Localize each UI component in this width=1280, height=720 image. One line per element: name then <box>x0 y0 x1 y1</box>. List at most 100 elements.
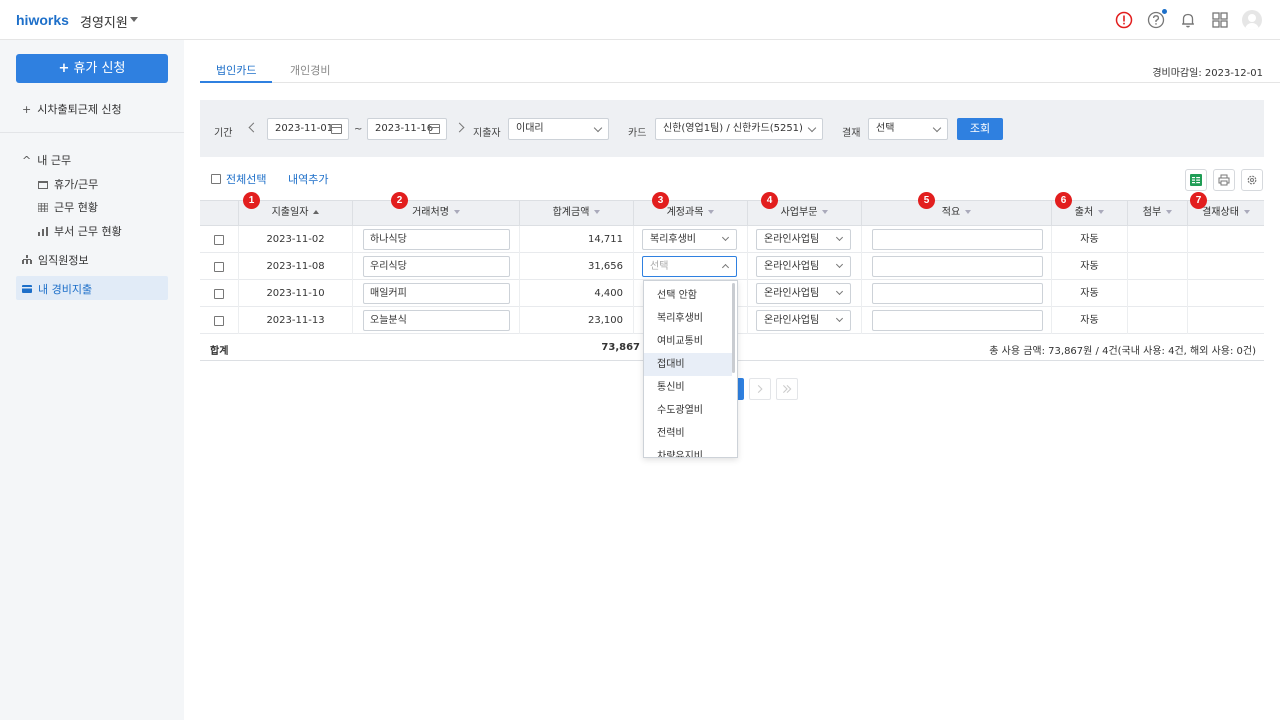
memo-input[interactable] <box>872 229 1043 250</box>
annotation-marker-5: 5 <box>918 192 935 209</box>
dropdown-option[interactable]: 차량유지비 <box>644 445 732 457</box>
dropdown-option[interactable]: 통신비 <box>644 376 732 399</box>
sidebar-item-employee-info[interactable]: 임직원정보 <box>22 252 89 268</box>
vendor-input[interactable]: 매일커피 <box>363 283 510 304</box>
end-date-input[interactable]: 2023-11-16 <box>367 118 447 140</box>
dropdown-option-highlighted[interactable]: 접대비 <box>644 353 732 376</box>
row-approval-status <box>1187 253 1264 280</box>
vendor-input[interactable]: 하나식당 <box>363 229 510 250</box>
grid-calendar-icon <box>37 202 49 213</box>
sidebar-section-my-work[interactable]: ^ 내 근무 <box>22 152 71 168</box>
row-attachment <box>1127 280 1187 307</box>
annotation-marker-2: 2 <box>391 192 408 209</box>
sidebar-item-dept-status[interactable]: 부서 근무 현황 <box>38 223 122 239</box>
print-button[interactable] <box>1213 169 1235 191</box>
header-attachment[interactable]: 첨부 <box>1127 201 1187 225</box>
row-source: 자동 <box>1051 280 1127 307</box>
row-amount: 14,711 <box>519 226 633 253</box>
sort-icon <box>822 210 829 214</box>
dropdown-option[interactable]: 수도광열비 <box>644 399 732 422</box>
row-checkbox[interactable] <box>214 316 224 326</box>
hiworks-logo[interactable]: hiworks <box>16 12 69 28</box>
excel-export-button[interactable] <box>1185 169 1207 191</box>
approval-select[interactable]: 선택 <box>868 118 948 140</box>
row-attachment <box>1127 307 1187 334</box>
caret-down-icon[interactable] <box>130 17 138 22</box>
table-header: 지출일자 거래처명 합계금액 계정과목 사업부문 적요 출처 첨부 결재상태 <box>200 200 1264 226</box>
row-checkbox[interactable] <box>214 235 224 245</box>
memo-input[interactable] <box>872 256 1043 277</box>
calendar-icon[interactable] <box>331 124 342 134</box>
dropdown-option[interactable]: 전력비 <box>644 422 732 445</box>
gear-icon <box>1247 175 1257 185</box>
memo-input[interactable] <box>872 283 1043 304</box>
search-button[interactable]: 조회 <box>957 118 1003 140</box>
row-approval-status <box>1187 307 1264 334</box>
division-select[interactable]: 온라인사업팀 <box>756 229 851 250</box>
bell-icon[interactable] <box>1179 11 1197 29</box>
tab-personal-expense[interactable]: 개인경비 <box>290 62 330 78</box>
next-page-button[interactable] <box>749 378 771 400</box>
apps-grid-icon[interactable] <box>1211 11 1229 29</box>
row-date: 2023-11-10 <box>238 280 352 307</box>
tab-divider <box>200 82 1280 83</box>
row-amount: 23,100 <box>519 307 633 334</box>
header-account[interactable]: 계정과목 <box>633 201 747 225</box>
row-amount: 4,400 <box>519 280 633 307</box>
memo-input[interactable] <box>872 310 1043 331</box>
last-page-button[interactable] <box>776 378 798 400</box>
division-select[interactable]: 온라인사업팀 <box>756 256 851 277</box>
settings-button[interactable] <box>1241 169 1263 191</box>
header-vendor[interactable]: 거래처명 <box>352 201 519 225</box>
sort-icon <box>965 210 972 214</box>
chevron-down-icon <box>721 233 730 242</box>
vendor-input[interactable]: 오늘분식 <box>363 310 510 331</box>
card-select[interactable]: 신한(영업1팀) / 신한카드(5251) <box>655 118 823 140</box>
account-select[interactable]: 선택 <box>642 256 737 277</box>
spender-select[interactable]: 이대리 <box>508 118 609 140</box>
sidebar-item-my-expense-label[interactable]: 내 경비지출 <box>22 281 92 297</box>
division-select[interactable]: 온라인사업팀 <box>756 310 851 331</box>
sidebar-item-vacation[interactable]: 휴가/근무 <box>38 176 98 192</box>
org-chart-icon <box>22 254 32 267</box>
dropdown-option[interactable]: 여비교통비 <box>644 330 732 353</box>
header-amount[interactable]: 합계금액 <box>519 201 633 225</box>
sidebar-item-work-status[interactable]: 근무 현황 <box>37 199 98 215</box>
division-select[interactable]: 온라인사업팀 <box>756 283 851 304</box>
total-summary: 총 사용 금액: 73,867원 / 4건(국내 사용: 4건, 해외 사용: … <box>989 346 1256 357</box>
header-memo[interactable]: 적요 <box>861 201 1051 225</box>
vendor-input[interactable]: 우리식당 <box>363 256 510 277</box>
tab-corporate-card[interactable]: 법인카드 <box>216 62 256 78</box>
table-row: 2023-11-02 하나식당 14,711 복리후생비 온라인사업팀 자동 <box>200 226 1264 253</box>
select-all-checkbox[interactable]: 전체선택 <box>211 171 266 187</box>
row-checkbox[interactable] <box>214 289 224 299</box>
add-item-link[interactable]: 내역추가 <box>288 171 328 187</box>
row-attachment <box>1127 226 1187 253</box>
card-icon <box>22 283 38 296</box>
sidebar-divider <box>0 132 184 133</box>
alert-icon[interactable] <box>1115 11 1133 29</box>
row-date: 2023-11-13 <box>238 307 352 334</box>
sort-icon <box>708 210 715 214</box>
date-range-tilde: ~ <box>354 124 363 135</box>
start-date-input[interactable]: 2023-11-01 <box>267 118 349 140</box>
vacation-request-button[interactable]: + 휴가 신청 <box>16 54 168 83</box>
account-dropdown-menu: 선택 안함 복리후생비 여비교통비 접대비 통신비 수도광열비 전력비 차량유지… <box>643 280 738 458</box>
row-checkbox[interactable] <box>214 262 224 272</box>
chevron-down-icon <box>835 287 844 296</box>
dropdown-option[interactable]: 복리후생비 <box>644 307 732 330</box>
tab-active-indicator <box>200 81 272 83</box>
calendar-icon[interactable] <box>429 124 440 134</box>
annotation-marker-7: 7 <box>1190 192 1207 209</box>
sort-icon <box>594 210 601 214</box>
flex-time-request-link[interactable]: + 시차출퇴근제 신청 <box>22 101 122 117</box>
account-select[interactable]: 복리후생비 <box>642 229 737 250</box>
row-approval-status <box>1187 226 1264 253</box>
app-switcher-label[interactable]: 경영지원 <box>80 12 128 31</box>
chevron-down-icon <box>835 260 844 269</box>
bar-chart-icon <box>38 226 48 236</box>
dropdown-option[interactable]: 선택 안함 <box>644 284 732 307</box>
dropdown-scrollbar[interactable] <box>732 283 735 373</box>
expense-deadline: 경비마감일: 2023-12-01 <box>1152 68 1263 79</box>
avatar[interactable] <box>1242 10 1262 30</box>
